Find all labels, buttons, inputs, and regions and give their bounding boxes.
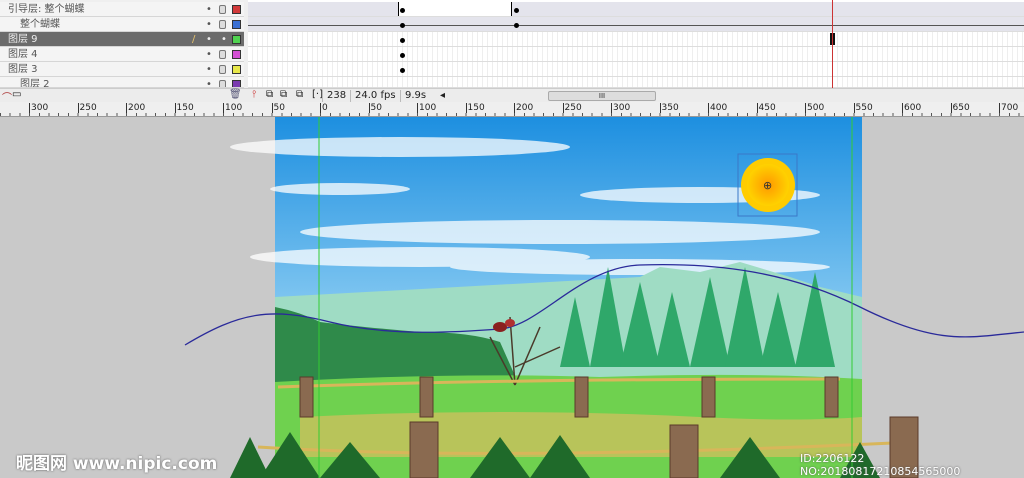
ruler-label: 500 bbox=[805, 103, 825, 113]
layer-4[interactable]: 图层 4 • bbox=[0, 47, 244, 62]
keyframe[interactable] bbox=[400, 23, 405, 28]
layer-2[interactable]: 图层 2 • bbox=[0, 77, 244, 88]
layer-butterfly[interactable]: 整个蝴蝶 • bbox=[0, 17, 244, 32]
visibility-dot: • bbox=[206, 49, 212, 60]
ruler-label: 50 bbox=[368, 103, 382, 113]
frame-span[interactable] bbox=[398, 2, 512, 16]
frame-row[interactable] bbox=[248, 77, 1024, 88]
ruler-label: 250 bbox=[562, 103, 582, 113]
ruler-label: 450 bbox=[756, 103, 776, 113]
trash-icon[interactable]: 🗑 bbox=[229, 89, 242, 100]
frame-row[interactable] bbox=[248, 2, 1024, 17]
ruler-label: 600 bbox=[902, 103, 922, 113]
visibility-dot: • bbox=[206, 34, 212, 45]
ruler-label: 300 bbox=[611, 103, 631, 113]
keyframe[interactable] bbox=[514, 23, 519, 28]
horizontal-scrollbar[interactable]: III bbox=[548, 91, 656, 101]
pencil-icon: / bbox=[192, 34, 196, 45]
frame-row[interactable] bbox=[248, 17, 1024, 32]
elapsed-time: 9.9s bbox=[400, 90, 430, 102]
ruler-label: 200 bbox=[514, 103, 534, 113]
layer-list: 引导层: 整个蝴蝶 • 整个蝴蝶 • 图层 9/• • 图层 4 • 图层 3 • 图层 … bbox=[0, 0, 244, 88]
ruler-label: 100 bbox=[223, 103, 243, 113]
ruler-label: 150 bbox=[174, 103, 194, 113]
onion-skin-icon[interactable]: ⧉ bbox=[266, 89, 273, 100]
lock-icon[interactable] bbox=[219, 5, 226, 14]
watermark-site: 昵图网 www.nipic.com bbox=[16, 454, 218, 474]
visibility-dot: • bbox=[206, 79, 212, 88]
layer-9[interactable]: 图层 9/• • bbox=[0, 32, 244, 47]
layer-color-swatch[interactable] bbox=[232, 20, 241, 29]
lock-icon[interactable] bbox=[219, 20, 226, 29]
layer-color-swatch[interactable] bbox=[232, 80, 241, 87]
center-frame-icon[interactable]: ⫯ bbox=[252, 89, 256, 100]
ruler-label: 200 bbox=[126, 103, 146, 113]
ruler-label: 100 bbox=[417, 103, 437, 113]
ruler-ticks bbox=[0, 113, 1024, 116]
frame-row[interactable] bbox=[248, 62, 1024, 77]
visibility-dot: • bbox=[206, 4, 212, 15]
lock-icon[interactable] bbox=[219, 50, 226, 59]
watermark-id: ID:2206122 NO:20180817210854565000 bbox=[800, 452, 961, 478]
current-frame: 238 bbox=[322, 90, 350, 102]
svg-text:⊕: ⊕ bbox=[763, 179, 772, 192]
ruler-label: 150 bbox=[465, 103, 485, 113]
frame-grid[interactable] bbox=[248, 0, 1024, 88]
ruler-label: 250 bbox=[77, 103, 97, 113]
timeline-toolbar: ⌒ ▭ 🗑 ⫯ ⧉ ⧉ ⧉ [·] 238 24.0 fps 9.9s ◂ II… bbox=[0, 88, 1024, 104]
visibility-dot: • bbox=[206, 64, 212, 75]
ruler-label: 50 bbox=[271, 103, 285, 113]
onion-outline-icon[interactable]: ⧉ bbox=[280, 89, 287, 100]
keyframe[interactable] bbox=[514, 8, 519, 13]
lock-icon[interactable] bbox=[219, 80, 226, 87]
keyframe[interactable] bbox=[400, 38, 405, 43]
visibility-dot: • bbox=[206, 19, 212, 30]
layer-color-swatch[interactable] bbox=[232, 50, 241, 59]
lock-dot: • bbox=[221, 34, 227, 45]
ruler-label: 550 bbox=[853, 103, 873, 113]
stage[interactable]: ⊕ bbox=[0, 117, 1024, 478]
keyframe[interactable] bbox=[400, 8, 405, 13]
ruler-label: 350 bbox=[659, 103, 679, 113]
lock-icon[interactable] bbox=[219, 65, 226, 74]
ruler-label: 300 bbox=[29, 103, 49, 113]
ruler-label: 700 bbox=[999, 103, 1019, 113]
frame-row[interactable] bbox=[248, 32, 1024, 47]
new-folder-icon[interactable]: ▭ bbox=[12, 89, 21, 100]
playhead[interactable] bbox=[832, 0, 833, 88]
ruler-label: 0 bbox=[320, 103, 328, 113]
keyframe[interactable] bbox=[400, 68, 405, 73]
ruler-label: 400 bbox=[708, 103, 728, 113]
scroll-left-arrow[interactable]: ◂ bbox=[440, 90, 445, 101]
horizontal-ruler: 300 250 200 150 100 50 0 50 100 150 200 250 300 350 40… bbox=[0, 102, 1024, 117]
layer-color-swatch[interactable] bbox=[232, 35, 241, 44]
layer-3[interactable]: 图层 3 • bbox=[0, 62, 244, 77]
layer-color-swatch[interactable] bbox=[232, 5, 241, 14]
ruler-label: 650 bbox=[950, 103, 970, 113]
frame-rate: 24.0 fps bbox=[350, 90, 400, 102]
layer-color-swatch[interactable] bbox=[232, 65, 241, 74]
layer-guide[interactable]: 引导层: 整个蝴蝶 • bbox=[0, 2, 244, 17]
timeline-panel: 引导层: 整个蝴蝶 • 整个蝴蝶 • 图层 9/• • 图层 4 • 图层 3 • 图层 … bbox=[0, 0, 1024, 104]
keyframe[interactable] bbox=[400, 53, 405, 58]
edit-multiple-icon[interactable]: ⧉ bbox=[296, 89, 303, 100]
frame-row[interactable] bbox=[248, 47, 1024, 62]
